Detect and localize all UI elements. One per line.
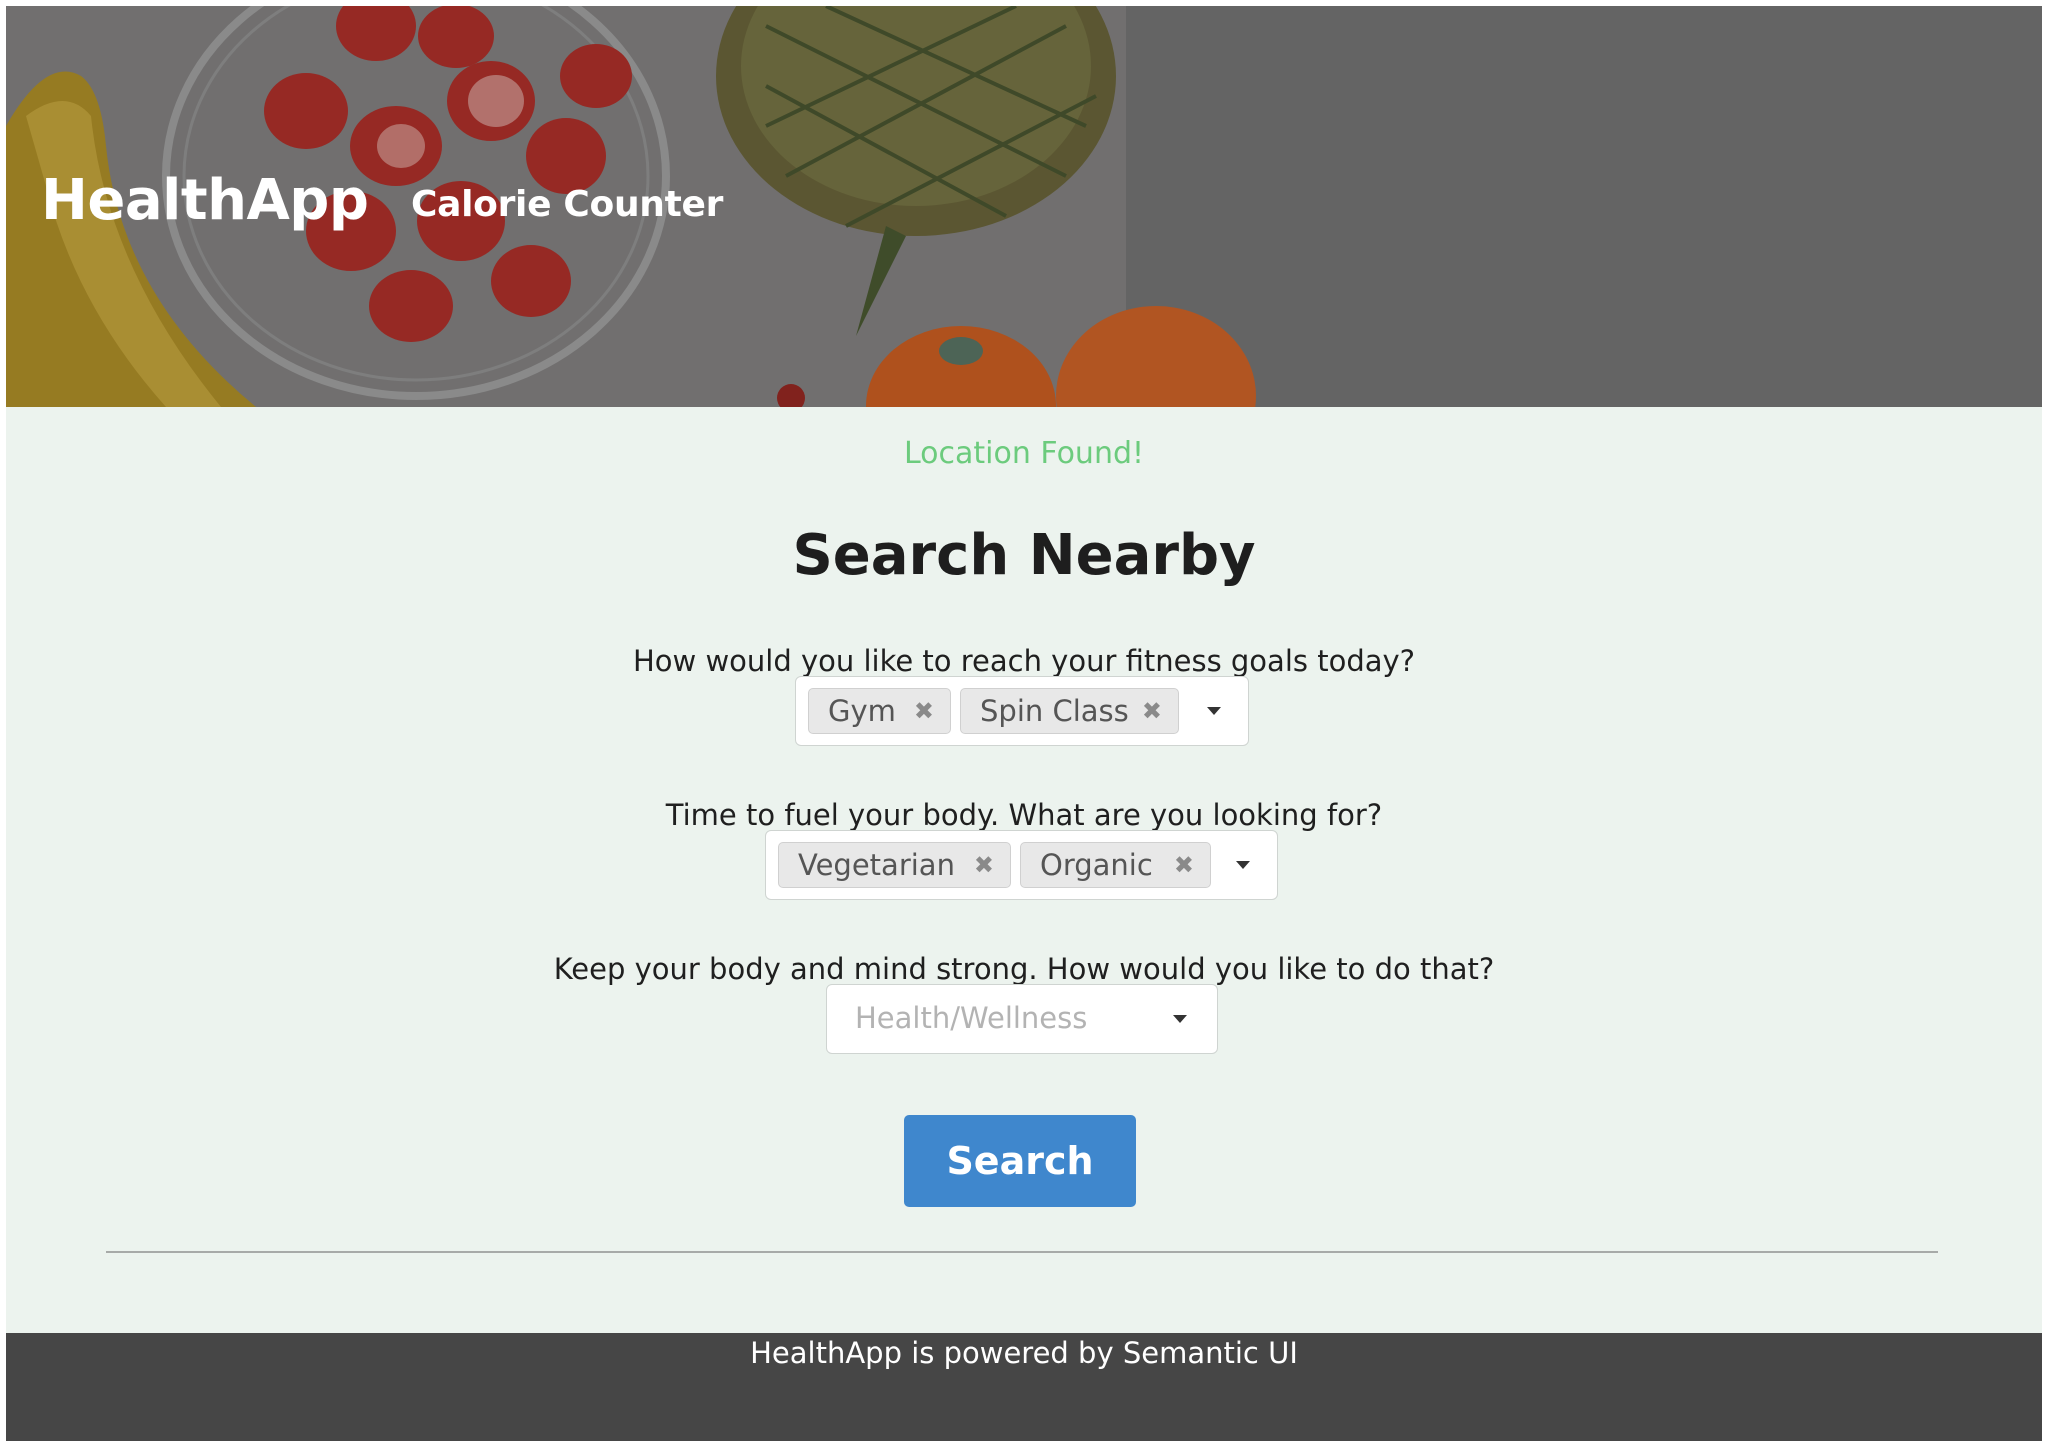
selected-chip-vegetarian: Vegetarian ✖ — [778, 842, 1011, 888]
chip-label: Spin Class — [980, 694, 1129, 728]
header-hero: HealthApp Calorie Counter — [6, 6, 2042, 407]
selected-chip-spin-class: Spin Class ✖ — [960, 688, 1179, 734]
wellness-select-dropdown[interactable]: Health/Wellness — [826, 984, 1218, 1054]
food-multiselect-dropdown[interactable]: Vegetarian ✖ Organic ✖ — [765, 830, 1278, 900]
food-question-label: Time to fuel your body. What are you loo… — [665, 798, 1383, 832]
close-icon[interactable]: ✖ — [974, 843, 994, 887]
section-divider — [106, 1251, 1938, 1253]
chip-label: Organic — [1040, 848, 1153, 882]
footer-text: HealthApp is powered by Semantic UI — [750, 1336, 1298, 1370]
nav-link-calorie-counter[interactable]: Calorie Counter — [411, 184, 723, 225]
location-status-message: Location Found! — [903, 436, 1145, 471]
dropdown-placeholder: Health/Wellness — [855, 1001, 1088, 1035]
fitness-multiselect-dropdown[interactable]: Gym ✖ Spin Class ✖ — [795, 676, 1249, 746]
wellness-question-label: Keep your body and mind strong. How woul… — [553, 952, 1495, 986]
page-title: Search Nearby — [792, 523, 1256, 588]
close-icon[interactable]: ✖ — [1174, 843, 1194, 887]
chip-label: Gym — [828, 694, 896, 728]
close-icon[interactable]: ✖ — [1142, 689, 1162, 733]
caret-down-icon[interactable] — [1236, 861, 1250, 869]
caret-down-icon[interactable] — [1173, 1015, 1187, 1023]
page: HealthApp Calorie Counter Location Found… — [6, 6, 2042, 1441]
search-button[interactable]: Search — [904, 1115, 1136, 1207]
caret-down-icon[interactable] — [1207, 707, 1221, 715]
selected-chip-organic: Organic ✖ — [1020, 842, 1211, 888]
chip-label: Vegetarian — [798, 848, 955, 882]
selected-chip-gym: Gym ✖ — [808, 688, 951, 734]
fitness-question-label: How would you like to reach your fitness… — [632, 644, 1416, 678]
brand-logo[interactable]: HealthApp — [41, 168, 369, 233]
close-icon[interactable]: ✖ — [914, 689, 934, 733]
